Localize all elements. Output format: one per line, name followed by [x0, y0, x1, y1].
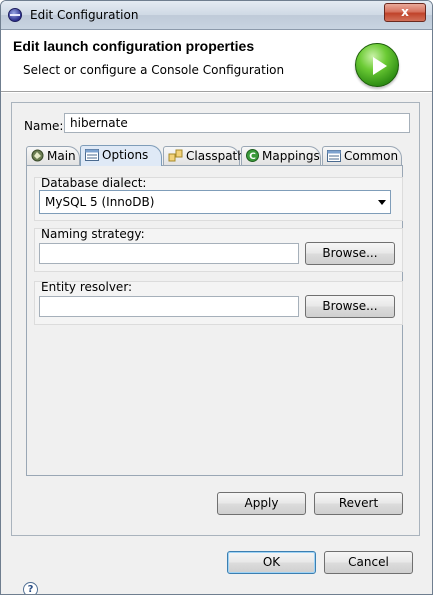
cancel-button[interactable]: Cancel: [324, 551, 413, 574]
entity-resolver-input[interactable]: [39, 296, 299, 317]
run-icon: [355, 43, 399, 87]
dialog-subtitle: Select or configure a Console Configurat…: [23, 63, 285, 77]
apply-button[interactable]: Apply: [217, 492, 306, 515]
name-label: Name:: [24, 119, 64, 133]
entity-resolver-label: Entity resolver:: [41, 280, 133, 294]
tab-bar: Main Options Classpath C Mappings Common: [26, 145, 406, 166]
window-title: Edit Configuration: [30, 8, 139, 22]
close-button[interactable]: x: [384, 3, 426, 22]
dialog-heading: Edit launch configuration properties: [13, 38, 255, 54]
tab-mappings-label: Mappings: [262, 149, 320, 163]
database-dialect-value: MySQL 5 (InnoDB): [45, 195, 155, 209]
naming-strategy-input[interactable]: [39, 243, 299, 264]
tab-common-label: Common: [344, 149, 399, 163]
svg-text:C: C: [249, 152, 256, 162]
naming-strategy-label: Naming strategy:: [41, 227, 145, 241]
tab-classpath-label: Classpath: [186, 149, 245, 163]
title-bar: Edit Configuration x: [1, 1, 432, 30]
entity-resolver-browse-button[interactable]: Browse...: [305, 295, 395, 318]
common-tab-icon: [327, 150, 341, 165]
options-tab-icon: [85, 149, 99, 164]
database-dialect-label: Database dialect:: [41, 176, 147, 190]
header-banner: Edit launch configuration properties Sel…: [1, 30, 432, 92]
revert-button[interactable]: Revert: [314, 492, 403, 515]
mappings-tab-icon: C: [246, 149, 259, 165]
edit-configuration-dialog: Edit Configuration x Edit launch configu…: [0, 0, 433, 595]
tab-options[interactable]: Options: [80, 145, 162, 166]
naming-strategy-browse-button[interactable]: Browse...: [305, 242, 395, 265]
chevron-down-icon: [378, 200, 386, 205]
database-dialect-select[interactable]: MySQL 5 (InnoDB): [39, 190, 391, 214]
name-input[interactable]: hibernate: [64, 113, 410, 133]
eclipse-icon: [8, 8, 22, 22]
tab-options-label: Options: [102, 148, 149, 162]
tab-main[interactable]: Main: [26, 146, 80, 165]
help-icon[interactable]: ?: [23, 582, 38, 594]
ok-button[interactable]: OK: [227, 551, 316, 574]
tab-classpath[interactable]: Classpath: [163, 146, 245, 165]
tab-mappings[interactable]: C Mappings: [241, 146, 321, 165]
tab-main-label: Main: [47, 149, 76, 163]
tab-common[interactable]: Common: [322, 146, 402, 165]
classpath-tab-icon: [168, 149, 183, 165]
main-tab-icon: [31, 149, 44, 165]
